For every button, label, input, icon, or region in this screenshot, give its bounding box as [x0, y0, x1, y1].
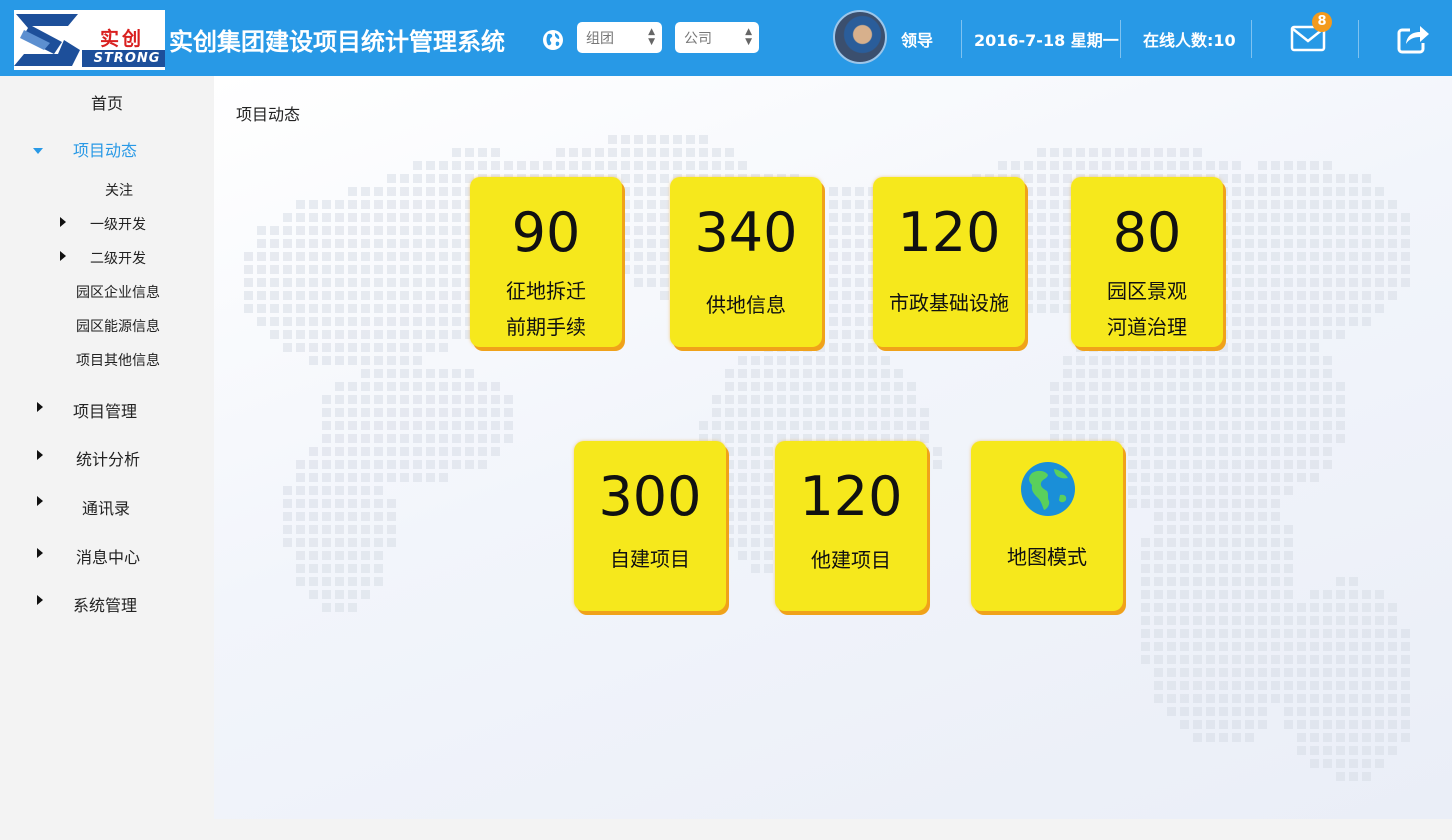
tile-label: 园区景观: [1107, 279, 1187, 303]
sidebar-subitem-follow[interactable]: 关注: [105, 180, 133, 200]
sidebar-subitem-park-energy-info[interactable]: 园区能源信息: [76, 316, 160, 336]
tile-park-landscape[interactable]: 80 园区景观 河道治理: [1071, 177, 1223, 347]
tile-label: 征地拆迁: [506, 279, 586, 303]
sidebar-item-statistical-analysis[interactable]: 统计分析: [76, 446, 140, 470]
sidebar-subitem-level1-dev[interactable]: 一级开发: [90, 214, 146, 234]
tile-label: 自建项目: [610, 547, 690, 571]
group-select-value: 组团: [586, 31, 614, 47]
current-date: 2016-7-18 星期一: [974, 31, 1119, 50]
tile-map-mode[interactable]: 地图模式: [971, 441, 1123, 611]
logo-english-text: STRONG: [82, 50, 165, 67]
top-header: 实创 STRONG 实创集团建设项目统计管理系统 组团 ▲ ▼ 公司 ▲ ▼ 领导 …: [0, 0, 1452, 76]
tile-label: 前期手续: [506, 315, 586, 339]
caret-right-icon: [60, 251, 66, 261]
sidebar-subitem-park-company-info[interactable]: 园区企业信息: [76, 282, 160, 302]
sidebar-item-project-management[interactable]: 项目管理: [73, 398, 137, 422]
caret-right-icon: [37, 595, 43, 605]
logout-share-icon[interactable]: [1396, 22, 1430, 54]
main-content: 项目动态 90 征地拆迁 前期手续 340 供地信息 120 市政基础设施 80…: [214, 76, 1452, 819]
user-name[interactable]: 领导: [901, 27, 933, 51]
sidebar-item-address-book[interactable]: 通讯录: [82, 495, 130, 519]
header-divider: [1120, 20, 1121, 58]
globe-icon: [1021, 462, 1075, 516]
caret-down-icon: [33, 148, 43, 154]
user-avatar[interactable]: [833, 10, 887, 64]
message-count-badge: 8: [1312, 12, 1332, 32]
tile-label: 河道治理: [1107, 315, 1187, 339]
logo-chinese-text: 实创: [100, 28, 145, 50]
tile-label: 地图模式: [1007, 545, 1087, 569]
tile-land-supply[interactable]: 340 供地信息: [670, 177, 822, 347]
globe-icon[interactable]: [542, 29, 564, 51]
tile-self-built-projects[interactable]: 300 自建项目: [574, 441, 726, 611]
tile-value: 80: [1112, 201, 1182, 264]
caret-right-icon: [37, 402, 43, 412]
caret-right-icon: [37, 496, 43, 506]
caret-right-icon: [37, 450, 43, 460]
tile-label: 他建项目: [811, 548, 891, 572]
tile-other-built-projects[interactable]: 120 他建项目: [775, 441, 927, 611]
app-title: 实创集团建设项目统计管理系统: [169, 28, 505, 56]
header-divider: [961, 20, 962, 58]
sidebar-subitem-project-other-info[interactable]: 项目其他信息: [76, 350, 160, 370]
tile-label: 市政基础设施: [889, 291, 1009, 315]
company-logo[interactable]: 实创 STRONG: [14, 10, 165, 70]
caret-right-icon: [60, 217, 66, 227]
caret-right-icon: [37, 548, 43, 558]
sidebar-item-home[interactable]: 首页: [91, 90, 123, 114]
group-select[interactable]: 组团 ▲ ▼: [577, 22, 662, 53]
tile-municipal-infrastructure[interactable]: 120 市政基础设施: [873, 177, 1025, 347]
sidebar-subitem-level2-dev[interactable]: 二级开发: [90, 248, 146, 268]
company-select-value: 公司: [684, 31, 712, 47]
sidebar-nav: 首页 项目动态 关注 一级开发 二级开发 园区企业信息 园区能源信息 项目其他信…: [0, 76, 214, 840]
tile-land-acquisition[interactable]: 90 征地拆迁 前期手续: [470, 177, 622, 347]
tile-value: 120: [799, 465, 903, 528]
sidebar-item-system-management[interactable]: 系统管理: [73, 592, 137, 616]
select-arrows-icon: ▲ ▼: [745, 27, 752, 47]
online-users-count: 在线人数:10: [1143, 31, 1236, 50]
tile-value: 340: [694, 201, 798, 264]
select-arrows-icon: ▲ ▼: [648, 27, 655, 47]
breadcrumb: 项目动态: [236, 105, 301, 124]
sidebar-item-message-center[interactable]: 消息中心: [76, 544, 140, 568]
sidebar-item-project-dynamics[interactable]: 项目动态: [73, 137, 137, 161]
tile-value: 120: [897, 201, 1001, 264]
header-divider: [1358, 20, 1359, 58]
tile-value: 300: [598, 465, 702, 528]
tile-value: 90: [511, 201, 581, 264]
tile-label: 供地信息: [706, 293, 786, 317]
company-select[interactable]: 公司 ▲ ▼: [675, 22, 759, 53]
header-divider: [1251, 20, 1252, 58]
